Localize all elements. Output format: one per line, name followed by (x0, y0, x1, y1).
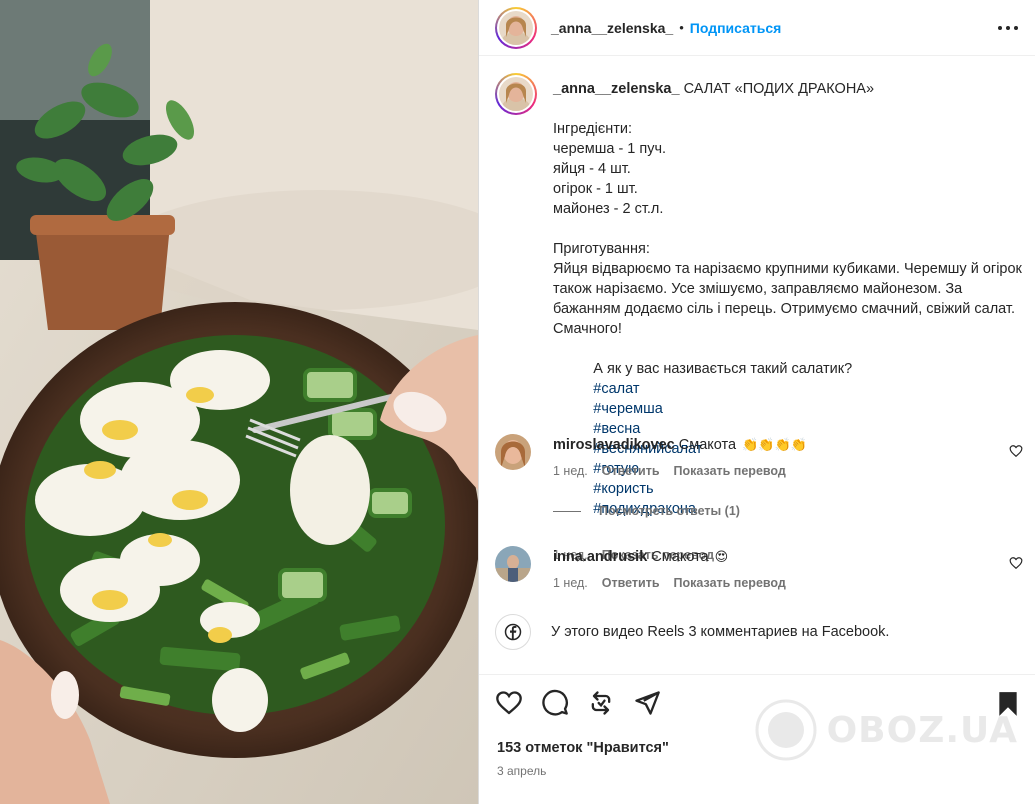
view-replies-label: Посмотреть ответы (1) (599, 504, 740, 518)
heart-icon[interactable] (1009, 556, 1023, 570)
comments-scroll-area[interactable]: _anna__zelenska_ САЛАТ «ПОДИХ ДРАКОНА» І… (479, 57, 1035, 674)
salad-photo (0, 0, 478, 804)
author-avatar[interactable] (495, 6, 537, 49)
avatar-photo (499, 77, 533, 111)
commenter-avatar[interactable] (495, 434, 531, 470)
comment-username[interactable]: miroslavadikovec (553, 437, 675, 453)
author-username[interactable]: _anna__zelenska_ (551, 20, 673, 36)
caption-text: _anna__zelenska_ САЛАТ «ПОДИХ ДРАКОНА» І… (553, 79, 1023, 565)
comment-time[interactable]: 1 нед. (553, 464, 588, 478)
facebook-icon (495, 614, 531, 650)
avatar-photo (499, 10, 533, 45)
watermark-text: OBOZ.UA (826, 709, 1018, 751)
caption-question: А як у вас називається такий салатик? (593, 361, 853, 377)
post-date[interactable]: 3 апрель (497, 764, 546, 778)
translate-button[interactable]: Показать перевод (674, 464, 786, 478)
heart-icon[interactable] (495, 689, 523, 717)
share-icon[interactable] (633, 689, 661, 717)
watermark-logo (755, 699, 817, 761)
comment-time[interactable]: 1 нед. (553, 576, 588, 590)
hashtag[interactable]: #користь (593, 481, 653, 497)
post-media[interactable] (0, 0, 478, 804)
view-replies-button[interactable]: Посмотреть ответы (1) (553, 504, 740, 518)
comment-text: miroslavadikovec Смакота 👏👏👏👏 (553, 436, 993, 454)
separator-dot: • (679, 20, 684, 35)
action-bar (495, 689, 661, 717)
comment-meta: 1 нед. Ответить Показать перевод (553, 576, 786, 590)
comment-message: Смакота (651, 549, 709, 565)
caption-title: САЛАТ «ПОДИХ ДРАКОНА» (683, 81, 875, 97)
more-icon[interactable] (998, 18, 1018, 38)
facebook-note-text: У этого видео Reels 3 комментариев на Fa… (551, 624, 890, 640)
reply-button[interactable]: Ответить (602, 576, 660, 590)
reply-button[interactable]: Ответить (602, 464, 660, 478)
caption-avatar[interactable] (495, 73, 537, 115)
comment-message: Смакота (678, 437, 737, 453)
caption-line: Приготування: (553, 241, 650, 257)
replies-divider (553, 510, 581, 512)
post-details-panel: _anna__zelenska_ • Подписаться _anna__ze… (478, 0, 1035, 804)
caption-line: черемша - 1 пуч. (553, 141, 667, 157)
repost-icon[interactable] (587, 689, 615, 717)
clap-emoji: 👏👏👏👏 (742, 437, 807, 452)
heart-eyes-emoji: 😍 (714, 549, 729, 564)
caption-username[interactable]: _anna__zelenska_ (553, 81, 680, 97)
follow-button[interactable]: Подписаться (690, 20, 782, 36)
commenter-avatar[interactable] (495, 546, 531, 582)
caption-line: Інгредієнти: (553, 121, 632, 137)
watermark: OBOZ.UA (755, 699, 1018, 761)
translate-button[interactable]: Показать перевод (674, 576, 786, 590)
comment-icon[interactable] (541, 689, 569, 717)
caption-line: Яйця відварюємо та нарізаємо крупними ку… (553, 261, 1026, 337)
caption-line: майонез - 2 ст.л. (553, 201, 664, 217)
heart-icon[interactable] (1009, 444, 1023, 458)
caption-line: яйця - 4 шт. (553, 161, 631, 177)
comment-username[interactable]: inna.andrusik (553, 549, 647, 565)
bookmark-icon[interactable] (996, 691, 1020, 717)
post-header: _anna__zelenska_ • Подписаться (479, 0, 1035, 56)
hashtag[interactable]: #весна (593, 421, 640, 437)
hashtag[interactable]: #салат (593, 381, 639, 397)
caption-line: огірок - 1 шт. (553, 181, 638, 197)
comment-meta: 1 нед. Ответить Показать перевод (553, 464, 786, 478)
hashtag[interactable]: #черемша (593, 401, 662, 417)
likes-count[interactable]: 153 отметок "Нравится" (497, 740, 669, 756)
post-footer: OBOZ.UA 153 отметок "Нравится" 3 апрель (479, 674, 1035, 804)
facebook-comments-note: У этого видео Reels 3 комментариев на Fa… (495, 614, 889, 650)
comment-text: inna.andrusik Смакота 😍 (553, 548, 993, 566)
